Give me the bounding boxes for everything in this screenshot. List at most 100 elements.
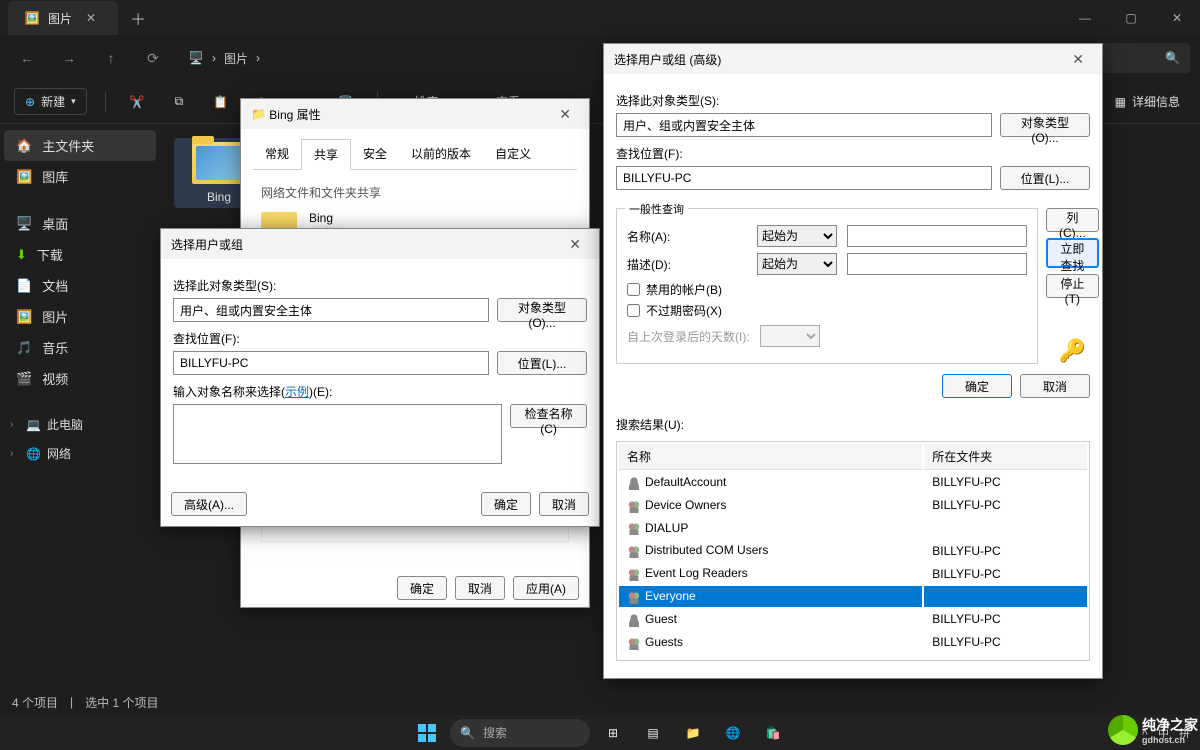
breadcrumb-current[interactable]: 图片 xyxy=(224,50,248,67)
object-type-field[interactable] xyxy=(173,298,489,322)
result-row[interactable]: Everyone xyxy=(619,586,1087,607)
ok-button[interactable]: 确定 xyxy=(481,492,531,516)
tab-previous[interactable]: 以前的版本 xyxy=(399,139,483,169)
details-pane-button[interactable]: ▦详细信息 xyxy=(1109,89,1186,114)
ok-button[interactable]: 确定 xyxy=(397,576,447,600)
dialog-titlebar[interactable]: 📁 Bing 属性 ✕ xyxy=(241,99,589,129)
sidebar-item-network[interactable]: ›🌐网络 xyxy=(4,439,156,468)
taskbar-app[interactable]: ▤ xyxy=(636,719,670,747)
disabled-accounts-checkbox[interactable] xyxy=(627,283,640,296)
cancel-button[interactable]: 取消 xyxy=(1020,374,1090,398)
type-label: 选择此对象类型(S): xyxy=(616,92,1090,109)
check-names-button[interactable]: 检查名称(C) xyxy=(510,404,587,428)
days-label: 自上次登录后的天数(I): xyxy=(627,328,750,345)
sidebar-item-videos[interactable]: 🎬视频 xyxy=(4,363,156,394)
results-label: 搜索结果(U): xyxy=(616,416,1090,433)
tab-custom[interactable]: 自定义 xyxy=(483,139,543,169)
copy-button[interactable]: ⧉ xyxy=(169,90,190,113)
sidebar-item-thispc[interactable]: ›💻此电脑 xyxy=(4,410,156,439)
result-row[interactable]: Event Log ReadersBILLYFU-PC xyxy=(619,563,1087,584)
cut-button[interactable]: ✂️ xyxy=(124,91,151,113)
up-button[interactable]: ↑ xyxy=(94,41,128,75)
locations-button[interactable]: 位置(L)... xyxy=(1000,166,1090,190)
result-row[interactable]: Device OwnersBILLYFU-PC xyxy=(619,495,1087,516)
name-mode-select[interactable]: 起始为 xyxy=(757,225,837,247)
advanced-button[interactable]: 高级(A)... xyxy=(171,492,247,516)
cancel-button[interactable]: 取消 xyxy=(539,492,589,516)
tab-sharing[interactable]: 共享 xyxy=(301,139,351,170)
result-row[interactable]: Hyper-V AdministratorsBILLYFU-PC xyxy=(619,655,1087,661)
close-button[interactable]: ✕ xyxy=(1154,0,1200,36)
result-row[interactable]: Distributed COM UsersBILLYFU-PC xyxy=(619,540,1087,561)
sidebar-item-home[interactable]: 🏠主文件夹 xyxy=(4,130,156,161)
dialog-title: Bing 属性 xyxy=(269,106,320,123)
dialog-titlebar[interactable]: 选择用户或组 ✕ xyxy=(161,229,599,259)
sidebar-item-documents[interactable]: 📄文档 xyxy=(4,270,156,301)
result-row[interactable]: GuestsBILLYFU-PC xyxy=(619,632,1087,653)
group-icon xyxy=(627,590,641,604)
forward-button[interactable]: → xyxy=(52,41,86,75)
taskbar-explorer[interactable]: 📁 xyxy=(676,719,710,747)
tab-security[interactable]: 安全 xyxy=(351,139,399,169)
close-button[interactable]: ✕ xyxy=(551,104,579,125)
location-field[interactable] xyxy=(616,166,992,190)
copy-icon: ⧉ xyxy=(175,94,184,109)
refresh-button[interactable]: ⟳ xyxy=(136,41,170,75)
new-tab-button[interactable]: ＋ xyxy=(118,0,158,36)
object-type-field[interactable] xyxy=(616,113,992,137)
back-button[interactable]: ← xyxy=(10,41,44,75)
sidebar-item-gallery[interactable]: 🖼️图库 xyxy=(4,161,156,192)
object-types-button[interactable]: 对象类型(O)... xyxy=(497,298,587,322)
apply-button[interactable]: 应用(A) xyxy=(513,576,579,600)
sidebar-item-downloads[interactable]: ⬇下载 xyxy=(4,239,156,270)
close-button[interactable]: ✕ xyxy=(1064,49,1092,70)
new-button[interactable]: ⊕ 新建 ▾ xyxy=(14,88,87,115)
ok-button[interactable]: 确定 xyxy=(942,374,1012,398)
paste-icon: 📋 xyxy=(213,95,228,109)
result-row[interactable]: GuestBILLYFU-PC xyxy=(619,609,1087,630)
breadcrumb-sep: › xyxy=(256,51,260,65)
new-label: 新建 xyxy=(41,93,65,110)
close-button[interactable]: ✕ xyxy=(561,234,589,255)
columns-button[interactable]: 列(C)... xyxy=(1046,208,1099,232)
sidebar-item-pictures[interactable]: 🖼️图片 xyxy=(4,301,156,332)
tab-general[interactable]: 常规 xyxy=(253,139,301,169)
results-table[interactable]: 名称 所在文件夹 DefaultAccountBILLYFU-PCDevice … xyxy=(617,442,1089,661)
minimize-button[interactable]: — xyxy=(1062,0,1108,36)
paste-button[interactable]: 📋 xyxy=(207,91,234,113)
stop-button[interactable]: 停止(T) xyxy=(1046,274,1099,298)
non-expiring-checkbox[interactable] xyxy=(627,304,640,317)
cancel-button[interactable]: 取消 xyxy=(455,576,505,600)
sidebar-item-music[interactable]: 🎵音乐 xyxy=(4,332,156,363)
watermark-url: gdhost.cn xyxy=(1142,735,1198,745)
details-icon: ▦ xyxy=(1115,95,1126,109)
col-folder[interactable]: 所在文件夹 xyxy=(924,444,1087,470)
start-button[interactable] xyxy=(410,719,444,747)
desc-mode-select[interactable]: 起始为 xyxy=(757,253,837,275)
example-link[interactable]: 示例 xyxy=(285,385,309,399)
desc-input[interactable] xyxy=(847,253,1027,275)
result-row[interactable]: DIALUP xyxy=(619,518,1087,539)
explorer-tab[interactable]: 🖼️ 图片 ✕ xyxy=(8,1,118,35)
name-input[interactable] xyxy=(847,225,1027,247)
find-now-button[interactable]: 立即查找(N) xyxy=(1046,238,1099,268)
object-types-button[interactable]: 对象类型(O)... xyxy=(1000,113,1090,137)
taskbar-store[interactable]: 🛍️ xyxy=(756,719,790,747)
results-panel: 名称 所在文件夹 DefaultAccountBILLYFU-PCDevice … xyxy=(616,441,1090,661)
dialog-titlebar[interactable]: 选择用户或组 (高级) ✕ xyxy=(604,44,1102,74)
result-row[interactable]: DefaultAccountBILLYFU-PC xyxy=(619,472,1087,493)
object-names-input[interactable] xyxy=(173,404,502,464)
sidebar-item-desktop[interactable]: 🖥️桌面 xyxy=(4,208,156,239)
col-name[interactable]: 名称 xyxy=(619,444,922,470)
chevron-right-icon: › xyxy=(10,419,20,430)
task-view-button[interactable]: ⊞ xyxy=(596,719,630,747)
tab-close-button[interactable]: ✕ xyxy=(80,9,102,27)
taskbar-search[interactable]: 🔍 搜索 xyxy=(450,719,590,747)
breadcrumb-sep: › xyxy=(212,51,216,65)
item-count: 4 个项目 xyxy=(12,694,58,711)
locations-button[interactable]: 位置(L)... xyxy=(497,351,587,375)
group-icon xyxy=(627,499,641,513)
maximize-button[interactable]: ▢ xyxy=(1108,0,1154,36)
taskbar-edge[interactable]: 🌐 xyxy=(716,719,750,747)
location-field[interactable] xyxy=(173,351,489,375)
